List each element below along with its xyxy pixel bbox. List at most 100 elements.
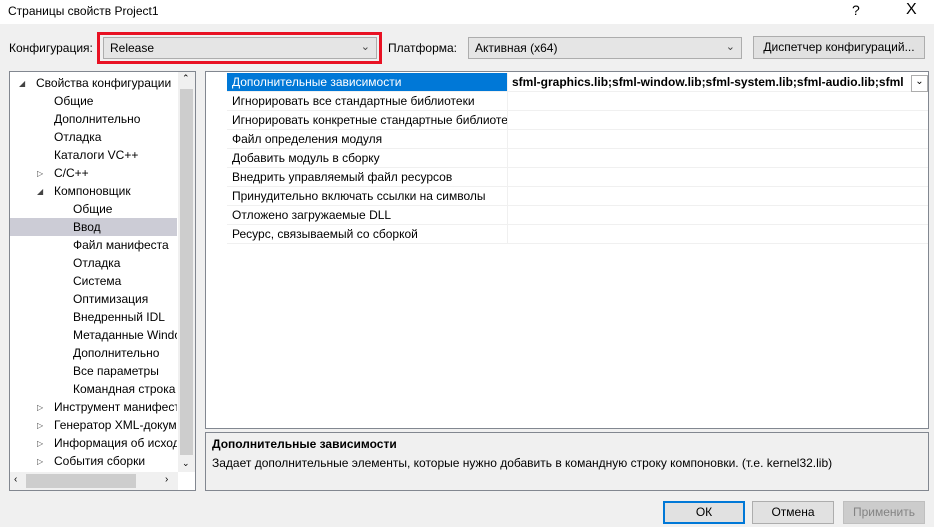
tree-item[interactable]: ▷ События сборки xyxy=(10,452,177,470)
chevron-down-icon: ⌄ xyxy=(725,41,735,53)
tree-item-label: Каталоги VC++ xyxy=(54,148,139,162)
tree-item-label: Компоновщик xyxy=(54,184,131,198)
tree-item[interactable]: ▷ Информация об исходном коде xyxy=(10,434,177,452)
config-select[interactable]: Release ⌄ xyxy=(103,37,377,59)
scroll-left-icon[interactable]: ‹ xyxy=(14,474,17,485)
property-grid[interactable]: Дополнительные зависимости sfml-graphics.… xyxy=(205,71,929,429)
description-text: Задает дополнительные элементы, которые … xyxy=(212,456,833,470)
property-row[interactable]: Добавить модуль в сборку xyxy=(227,149,928,168)
config-label: Конфигурация: xyxy=(9,41,93,55)
property-row[interactable]: Игнорировать все стандартные библиотеки xyxy=(227,92,928,111)
horizontal-scrollbar[interactable]: ‹ › xyxy=(10,472,178,490)
value-dropdown-icon[interactable]: ⌄ xyxy=(911,75,928,92)
collapsed-arrow-icon[interactable]: ▷ xyxy=(37,417,43,434)
tree-item-label: Ввод xyxy=(73,220,101,234)
tree-item[interactable]: Внедренный IDL xyxy=(10,308,177,326)
property-name: Добавить модуль в сборку xyxy=(227,149,508,167)
tree-item-label: Дополнительно xyxy=(54,112,141,126)
expanded-arrow-icon[interactable]: ◢ xyxy=(37,183,43,200)
property-value[interactable] xyxy=(509,149,928,167)
property-name: Принудительно включать ссылки на символы xyxy=(227,187,508,205)
tree-item[interactable]: Ввод xyxy=(10,218,177,236)
ok-button[interactable]: ОК xyxy=(663,501,745,524)
tree-item-label: Все параметры xyxy=(73,364,159,378)
tree-item[interactable]: Общие xyxy=(10,200,177,218)
collapsed-arrow-icon[interactable]: ▷ xyxy=(37,453,43,470)
platform-select[interactable]: Активная (x64) ⌄ xyxy=(468,37,742,59)
property-row[interactable]: Игнорировать конкретные стандартные библ… xyxy=(227,111,928,130)
tree-item[interactable]: ◢ Компоновщик xyxy=(10,182,177,200)
tree-item-label: Общие xyxy=(54,94,94,108)
tree-item[interactable]: ▷ C/C++ xyxy=(10,164,177,182)
property-name: Ресурс, связываемый со сборкой xyxy=(227,225,508,243)
scrollbar-thumb[interactable] xyxy=(180,89,193,455)
tree-item-label: Оптимизация xyxy=(73,292,149,306)
property-row[interactable]: Файл определения модуля xyxy=(227,130,928,149)
property-row[interactable]: Внедрить управляемый файл ресурсов xyxy=(227,168,928,187)
tree-item-label: Командная строка xyxy=(73,382,176,396)
property-value[interactable] xyxy=(509,92,928,110)
tree-item-label: Внедренный IDL xyxy=(73,310,165,324)
tree-item[interactable]: Дополнительно xyxy=(10,110,177,128)
tree-item-label: C/C++ xyxy=(54,166,89,180)
description-title: Дополнительные зависимости xyxy=(212,437,397,451)
cancel-button[interactable]: Отмена xyxy=(752,501,834,524)
property-value[interactable] xyxy=(509,111,928,129)
tree-item[interactable]: Все параметры xyxy=(10,362,177,380)
tree-item[interactable]: Дополнительно xyxy=(10,344,177,362)
property-name: Игнорировать все стандартные библиотеки xyxy=(227,92,508,110)
property-row[interactable]: Отложено загружаемые DLL xyxy=(227,206,928,225)
collapsed-arrow-icon[interactable]: ▷ xyxy=(37,435,43,452)
config-tree[interactable]: ◢ Свойства конфигурации Общие Дополнительно… xyxy=(9,71,196,491)
help-button[interactable]: ? xyxy=(852,2,860,18)
scroll-right-icon[interactable]: › xyxy=(165,474,168,485)
tree-item[interactable]: Общие xyxy=(10,92,177,110)
tree-item-label: Файл манифеста xyxy=(73,238,169,252)
property-value[interactable] xyxy=(509,187,928,205)
scroll-down-icon[interactable]: ⌄ xyxy=(182,458,190,469)
tree-item-label: Отладка xyxy=(54,130,102,144)
property-value[interactable] xyxy=(509,206,928,224)
close-button[interactable]: X xyxy=(906,1,917,19)
expanded-arrow-icon[interactable]: ◢ xyxy=(19,75,25,92)
collapsed-arrow-icon[interactable]: ▷ xyxy=(37,399,43,416)
tree-item[interactable]: Отладка xyxy=(10,128,177,146)
tree-item[interactable]: ◢ Свойства конфигурации xyxy=(10,74,177,92)
property-name: Игнорировать конкретные стандартные библ… xyxy=(227,111,508,129)
property-value[interactable]: sfml-graphics.lib;sfml-window.lib;sfml-s… xyxy=(509,73,904,91)
property-name: Отложено загружаемые DLL xyxy=(227,206,508,224)
hscroll-thumb[interactable] xyxy=(26,474,136,488)
scroll-up-icon[interactable]: ⌃ xyxy=(182,73,190,84)
collapsed-arrow-icon[interactable]: ▷ xyxy=(37,165,43,182)
property-row[interactable]: Дополнительные зависимости sfml-graphics.… xyxy=(227,73,928,92)
tree-item[interactable]: ▷ Генератор XML-документов xyxy=(10,416,177,434)
tree-item[interactable]: Метаданные Windows xyxy=(10,326,177,344)
property-row[interactable]: Ресурс, связываемый со сборкой xyxy=(227,225,928,244)
window-title: Страницы свойств Project1 xyxy=(8,4,159,18)
platform-label: Платформа: xyxy=(388,41,458,55)
tree-item[interactable]: ▷ Инструмент манифеста xyxy=(10,398,177,416)
tree-item-label: Отладка xyxy=(73,256,121,270)
tree-item[interactable]: Отладка xyxy=(10,254,177,272)
chevron-down-icon: ⌄ xyxy=(360,41,370,53)
property-name: Файл определения модуля xyxy=(227,130,508,148)
tree-item-label: Генератор XML-документов xyxy=(54,418,177,432)
tree-item-label: Инструмент манифеста xyxy=(54,400,177,414)
tree-item[interactable]: Система xyxy=(10,272,177,290)
property-value[interactable] xyxy=(509,225,928,243)
description-panel: Дополнительные зависимости Задает дополн… xyxy=(205,432,929,491)
tree-item-label: Общие xyxy=(73,202,113,216)
title-bar: Страницы свойств Project1 ? X xyxy=(0,0,934,24)
config-value: Release xyxy=(110,41,155,55)
tree-item[interactable]: Каталоги VC++ xyxy=(10,146,177,164)
property-value[interactable] xyxy=(509,168,928,186)
tree-item[interactable]: Командная строка xyxy=(10,380,177,398)
tree-item-label: Метаданные Windows xyxy=(73,328,177,342)
property-value[interactable] xyxy=(509,130,928,148)
platform-value: Активная (x64) xyxy=(475,41,558,55)
config-manager-button[interactable]: Диспетчер конфигураций... xyxy=(753,36,925,59)
property-row[interactable]: Принудительно включать ссылки на символы xyxy=(227,187,928,206)
tree-item-label: События сборки xyxy=(54,454,146,468)
tree-item[interactable]: Оптимизация xyxy=(10,290,177,308)
tree-item[interactable]: Файл манифеста xyxy=(10,236,177,254)
